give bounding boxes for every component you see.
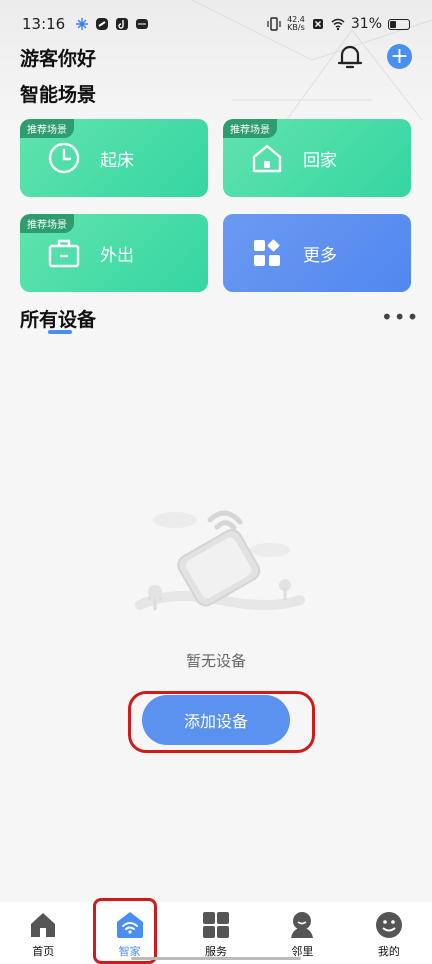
greeting-title: 游客你好 — [20, 48, 97, 70]
scene-label: 外出 — [100, 245, 134, 266]
battery-icon — [388, 18, 410, 30]
clock-icon — [46, 140, 82, 176]
nav-item-services[interactable]: 服务 — [173, 902, 259, 964]
scene-card-wake-up[interactable]: 推荐场景 起床 — [20, 119, 208, 197]
nav-item-neighbors[interactable]: 邻里 — [259, 902, 345, 964]
scene-card-go-home[interactable]: 推荐场景 回家 — [223, 119, 411, 197]
recommended-tag: 推荐场景 — [20, 119, 74, 138]
tab-indicator — [48, 330, 72, 334]
app-icon — [96, 18, 109, 30]
bell-icon[interactable] — [337, 43, 363, 71]
services-grid-icon — [203, 912, 230, 938]
status-time: 13:16 — [22, 15, 66, 33]
bottom-navigation: 首页 智家 服务 邻里 我的 — [0, 902, 432, 964]
nav-item-me[interactable]: 我的 — [346, 902, 432, 964]
scene-card-more[interactable]: 更多 — [223, 214, 411, 292]
vibrate-icon — [267, 17, 281, 31]
scene-label: 更多 — [303, 245, 337, 266]
recommended-tag: 推荐场景 — [20, 214, 74, 233]
no-sim-icon — [312, 19, 323, 29]
bag-icon — [46, 235, 82, 271]
empty-devices-illustration — [135, 510, 305, 610]
profile-icon — [375, 912, 402, 938]
scene-label: 起床 — [100, 150, 134, 171]
status-bar: 13:16 42.4 KB/s 31% — [0, 0, 432, 48]
battery-percent: 31% — [350, 16, 382, 32]
devices-title: 所有设备 — [20, 309, 97, 331]
notification-icons — [75, 17, 149, 31]
highlight-annotation-add-device — [128, 691, 315, 753]
grid-icon — [249, 235, 285, 271]
snowflake-icon — [76, 18, 89, 30]
nav-item-home[interactable]: 首页 — [0, 902, 86, 964]
plus-icon: + — [390, 43, 409, 69]
status-right: 42.4 KB/s 31% — [267, 16, 410, 32]
highlight-annotation-smart-home-tab — [93, 898, 157, 964]
home-indicator[interactable] — [131, 957, 301, 960]
neighbors-icon — [291, 912, 314, 938]
empty-state-text: 暂无设备 — [185, 652, 246, 670]
nav-label: 我的 — [377, 945, 400, 958]
net-speed: 42.4 KB/s — [287, 16, 305, 32]
add-button[interactable]: + — [387, 44, 412, 69]
tiktok-icon — [116, 18, 129, 30]
scenes-title: 智能场景 — [20, 84, 97, 106]
scene-label: 回家 — [303, 150, 337, 171]
nav-label: 首页 — [32, 945, 55, 958]
home-icon — [249, 140, 285, 176]
recommended-tag: 推荐场景 — [223, 119, 277, 138]
scene-card-go-out[interactable]: 推荐场景 外出 — [20, 214, 208, 292]
house-icon — [31, 913, 56, 937]
message-icon — [136, 19, 149, 29]
net-speed-unit: KB/s — [287, 23, 305, 32]
more-options-icon[interactable]: ••• — [381, 307, 419, 327]
wifi-icon — [331, 18, 345, 31]
